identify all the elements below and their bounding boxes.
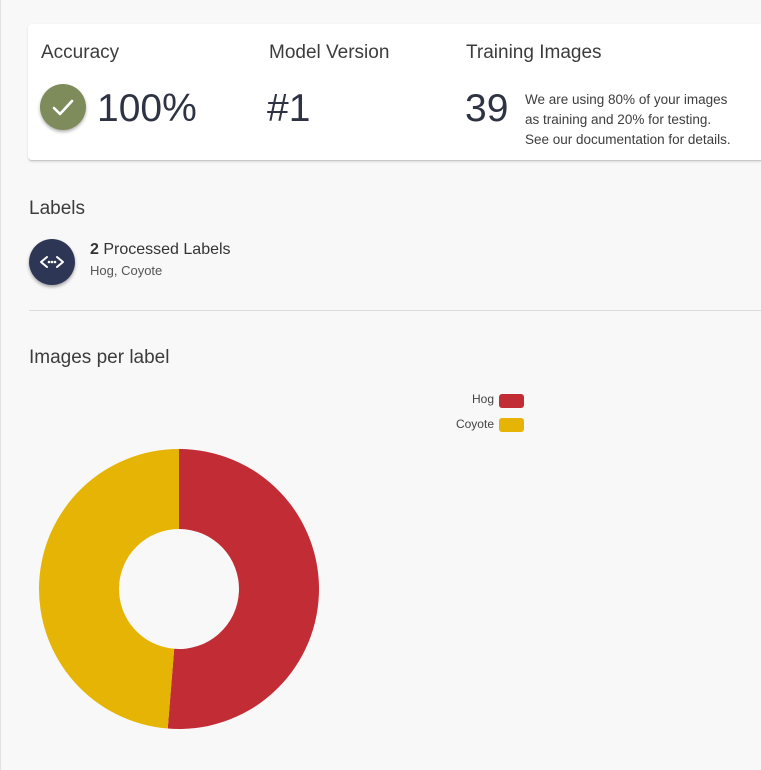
- model-version-value: #1: [267, 87, 311, 130]
- processed-labels-count: 2: [90, 241, 99, 258]
- processed-labels-summary: 2 Processed Labels: [90, 241, 231, 259]
- page-left-border: [0, 0, 1, 770]
- donut-slice-hog[interactable]: [167, 449, 320, 729]
- training-note-line: as training and 20% for testing.: [525, 112, 712, 127]
- checkmark-icon: [40, 84, 86, 130]
- images-per-label-donut-chart: [39, 449, 320, 729]
- legend-label-coyote: Coyote: [455, 417, 494, 431]
- label-names: Hog, Coyote: [90, 263, 163, 278]
- model-version-title: Model Version: [269, 42, 390, 63]
- chart-section-title: Images per label: [29, 347, 170, 368]
- legend-swatch-coyote: [499, 418, 524, 432]
- training-split-note: We are using 80% of your images as train…: [525, 90, 755, 150]
- legend-label-hog: Hog: [471, 392, 494, 406]
- labels-icon: [29, 239, 75, 285]
- training-images-title: Training Images: [466, 42, 602, 63]
- training-images-value: 39: [465, 87, 509, 130]
- training-note-line: We are using 80% of your images: [525, 92, 728, 107]
- labels-section-title: Labels: [29, 198, 85, 219]
- legend-swatch-hog: [499, 394, 524, 408]
- accuracy-title: Accuracy: [41, 42, 120, 63]
- model-stats-card: Accuracy 100% Model Version #1 Training …: [28, 24, 761, 161]
- donut-slice-coyote[interactable]: [39, 449, 179, 729]
- accuracy-value: 100%: [97, 87, 197, 130]
- processed-labels-text: Processed Labels: [103, 241, 231, 258]
- section-divider: [29, 310, 761, 311]
- training-note-line: See our documentation for details.: [525, 132, 731, 147]
